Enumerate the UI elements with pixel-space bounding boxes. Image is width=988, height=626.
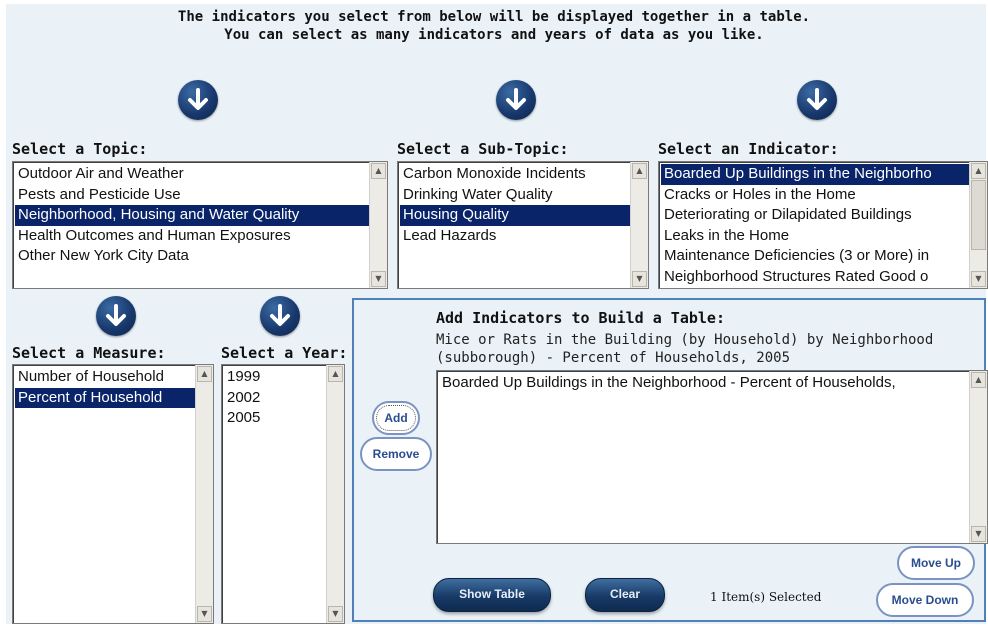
subtopic-option[interactable]: Lead Hazards xyxy=(400,226,630,247)
topic-listbox[interactable]: Outdoor Air and Weather Pests and Pestic… xyxy=(12,161,388,289)
indicator-option[interactable]: Neighborhood Structures Rated Good o xyxy=(661,267,969,288)
scroll-down-icon[interactable]: ▼ xyxy=(197,606,212,622)
remove-button[interactable]: Remove xyxy=(360,437,432,471)
add-button[interactable]: Add xyxy=(372,401,420,435)
year-option[interactable]: 1999 xyxy=(224,367,326,388)
indicator-option[interactable]: Maintenance Deficiencies (3 or More) in xyxy=(661,246,969,267)
measure-listbox[interactable]: Number of Household Percent of Household… xyxy=(12,364,214,624)
measure-option[interactable]: Number of Household xyxy=(15,367,195,388)
scroll-up-icon[interactable]: ▲ xyxy=(328,366,343,382)
subtopic-option[interactable]: Carbon Monoxide Incidents xyxy=(400,164,630,185)
selected-count-text: 1 Item(s) Selected xyxy=(710,590,822,604)
down-arrow-circle-icon xyxy=(496,80,536,120)
scroll-down-icon[interactable]: ▼ xyxy=(632,271,647,287)
show-table-button[interactable]: Show Table xyxy=(433,578,551,612)
scroll-up-icon[interactable]: ▲ xyxy=(197,366,212,382)
current-indicator-description: Mice or Rats in the Building (by Househo… xyxy=(436,332,934,366)
scroll-up-icon[interactable]: ▲ xyxy=(632,163,647,179)
scroll-down-icon[interactable]: ▼ xyxy=(371,271,386,287)
indicator-scrollbar[interactable]: ▲ ▼ xyxy=(969,162,987,288)
indicator-listbox[interactable]: Boarded Up Buildings in the Neighborho C… xyxy=(658,161,988,289)
year-scrollbar[interactable]: ▲ ▼ xyxy=(326,365,344,623)
down-arrow-circle-icon xyxy=(797,80,837,120)
topic-scrollbar[interactable]: ▲ ▼ xyxy=(369,162,387,288)
subtopic-label: Select a Sub-Topic: xyxy=(397,140,569,158)
indicator-option[interactable]: Cracks or Holes in the Home xyxy=(661,185,969,206)
scroll-up-icon[interactable]: ▲ xyxy=(371,163,386,179)
indicator-label: Select an Indicator: xyxy=(658,140,839,158)
measure-option-selected[interactable]: Percent of Household xyxy=(15,387,195,408)
selected-indicators-scrollbar[interactable]: ▲ ▼ xyxy=(969,371,987,543)
scroll-up-icon[interactable]: ▲ xyxy=(971,163,986,179)
selected-indicators-listbox[interactable]: Boarded Up Buildings in the Neighborhood… xyxy=(436,370,988,544)
year-listbox[interactable]: 1999 2002 2005 ▲ ▼ xyxy=(221,364,345,624)
clear-button[interactable]: Clear xyxy=(585,578,665,612)
year-option[interactable]: 2002 xyxy=(224,388,326,409)
down-arrow-circle-icon xyxy=(96,296,136,336)
subtopic-option[interactable]: Drinking Water Quality xyxy=(400,185,630,206)
down-arrow-circle-icon xyxy=(260,296,300,336)
scroll-up-icon[interactable]: ▲ xyxy=(971,372,986,388)
measure-scrollbar[interactable]: ▲ ▼ xyxy=(195,365,213,623)
topic-label: Select a Topic: xyxy=(12,140,148,158)
down-arrow-circle-icon xyxy=(178,80,218,120)
build-table-title: Add Indicators to Build a Table: xyxy=(436,309,725,327)
topic-option-selected[interactable]: Neighborhood, Housing and Water Quality xyxy=(15,205,369,226)
topic-option[interactable]: Outdoor Air and Weather xyxy=(15,164,369,185)
measure-label: Select a Measure: xyxy=(12,344,166,362)
move-down-button[interactable]: Move Down xyxy=(876,583,974,617)
year-label: Select a Year: xyxy=(221,344,348,362)
subtopic-listbox[interactable]: Carbon Monoxide Incidents Drinking Water… xyxy=(397,161,649,289)
subtopic-scrollbar[interactable]: ▲ ▼ xyxy=(630,162,648,288)
indicator-option[interactable]: Deteriorating or Dilapidated Buildings xyxy=(661,205,969,226)
topic-option[interactable]: Other New York City Data xyxy=(15,246,369,267)
indicator-option-selected[interactable]: Boarded Up Buildings in the Neighborho xyxy=(661,164,969,185)
topic-option[interactable]: Health Outcomes and Human Exposures xyxy=(15,226,369,247)
indicator-option[interactable]: Leaks in the Home xyxy=(661,226,969,247)
topic-option[interactable]: Pests and Pesticide Use xyxy=(15,185,369,206)
intro-text: The indicators you select from below wil… xyxy=(0,8,988,44)
scroll-down-icon[interactable]: ▼ xyxy=(971,271,986,287)
scroll-down-icon[interactable]: ▼ xyxy=(971,526,986,542)
scroll-thumb[interactable] xyxy=(971,180,986,250)
subtopic-option-selected[interactable]: Housing Quality xyxy=(400,205,630,226)
intro-line-2: You can select as many indicators and ye… xyxy=(224,27,764,43)
selected-indicator-item[interactable]: Boarded Up Buildings in the Neighborhood… xyxy=(439,373,969,394)
scroll-down-icon[interactable]: ▼ xyxy=(328,606,343,622)
move-up-button[interactable]: Move Up xyxy=(897,546,975,580)
intro-line-1: The indicators you select from below wil… xyxy=(177,9,811,25)
year-option[interactable]: 2005 xyxy=(224,408,326,429)
